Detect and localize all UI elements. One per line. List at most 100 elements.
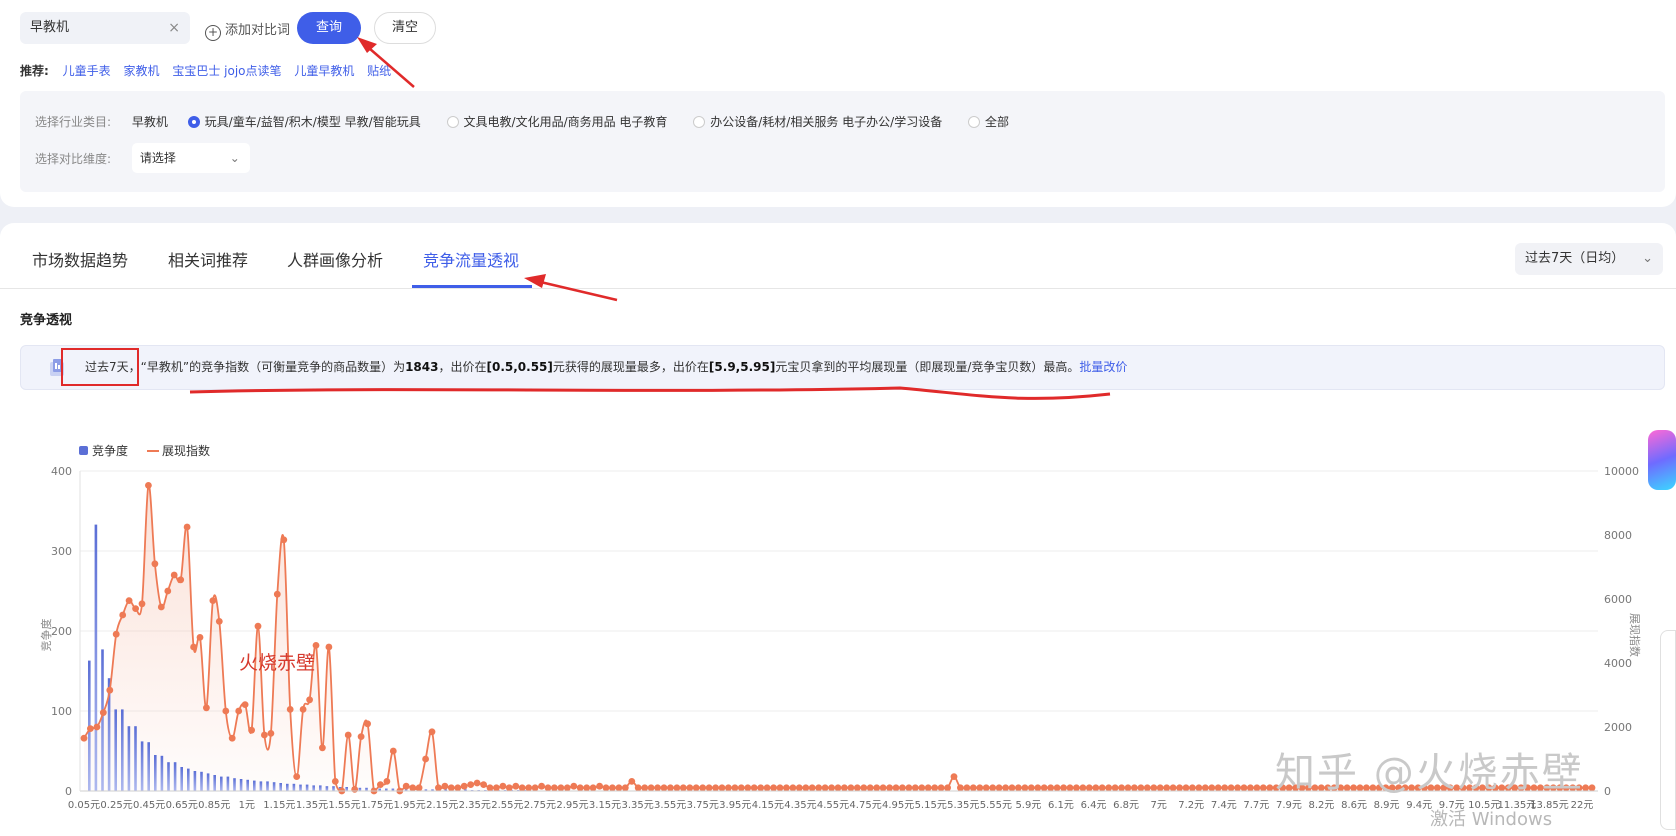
exposure-point — [402, 782, 410, 790]
exposure-point — [306, 696, 313, 704]
exposure-point — [325, 643, 333, 651]
exposure-point — [808, 784, 816, 792]
y-tick-right: 0 — [1604, 785, 1611, 798]
exposure-point — [879, 784, 887, 792]
y-tick-left: 200 — [51, 625, 72, 638]
exposure-point — [319, 744, 326, 752]
exposure-point — [241, 701, 249, 708]
x-tick-label: 7.7元 — [1243, 800, 1269, 811]
y-tick-left: 0 — [65, 785, 72, 798]
exposure-point — [557, 784, 565, 792]
exposure-point — [1266, 784, 1274, 792]
y-tick-right: 6000 — [1604, 593, 1632, 606]
competition-bar — [286, 783, 289, 791]
x-tick-label: 7.4元 — [1211, 800, 1237, 811]
windows-activation-text: 激活 Windows — [1430, 809, 1553, 830]
x-tick-label: 5.55元 — [980, 800, 1012, 811]
competition-bar — [140, 741, 144, 791]
red-underline — [189, 386, 1111, 400]
exposure-point — [957, 784, 964, 792]
exposure-point — [853, 784, 861, 792]
exposure-point — [628, 778, 636, 785]
exposure-point — [183, 523, 191, 531]
competition-bar — [173, 762, 177, 791]
side-toolbar[interactable] — [1660, 630, 1676, 830]
exposure-point — [1111, 784, 1119, 792]
exposure-point — [377, 781, 384, 788]
exposure-point — [737, 784, 745, 792]
exposure-point — [1008, 784, 1016, 792]
chart-legend: 竞争度 展现指数 — [79, 443, 210, 458]
exposure-point — [1105, 784, 1113, 792]
x-tick-label: 5.9元 — [1015, 800, 1041, 811]
competition-bar — [134, 726, 137, 791]
x-tick-label: 2.75元 — [524, 800, 556, 811]
exposure-point — [770, 784, 777, 792]
exposure-point — [899, 784, 906, 792]
exposure-point — [383, 778, 391, 785]
exposure-point — [841, 784, 848, 792]
exposure-point — [164, 587, 172, 595]
x-tick-label: 3.95元 — [719, 800, 751, 811]
exposure-point — [151, 560, 159, 568]
exposure-point — [776, 784, 784, 792]
exposure-point — [1189, 784, 1196, 792]
exposure-point — [757, 784, 765, 792]
x-tick-label: 7.2元 — [1178, 800, 1204, 811]
exposure-point — [1027, 784, 1035, 792]
exposure-point — [609, 784, 616, 792]
x-tick-label: 4.95元 — [882, 800, 914, 811]
exposure-point — [157, 603, 165, 611]
exposure-point — [177, 576, 185, 584]
exposure-point — [602, 784, 610, 792]
exposure-point — [228, 734, 236, 742]
exposure-point — [731, 784, 739, 792]
exposure-point — [87, 725, 94, 732]
x-tick-label: 4.15元 — [752, 800, 784, 811]
x-tick-label: 4.35元 — [784, 800, 816, 811]
exposure-point — [273, 590, 281, 598]
exposure-point — [80, 734, 88, 742]
x-tick-label: 4.75元 — [849, 800, 881, 811]
y-tick-left: 400 — [51, 465, 72, 478]
exposure-point — [905, 784, 913, 792]
exposure-point — [1221, 784, 1229, 792]
exposure-point — [918, 784, 926, 792]
exposure-point — [1040, 784, 1048, 792]
exposure-point — [1182, 784, 1190, 792]
exposure-point — [460, 782, 468, 790]
exposure-point — [93, 723, 101, 731]
exposure-point — [267, 730, 275, 737]
exposure-point — [293, 773, 301, 780]
legend-exposure: 展现指数 — [162, 443, 210, 458]
exposure-point — [873, 784, 881, 792]
exposure-point — [505, 784, 513, 792]
assistant-float-icon[interactable] — [1648, 430, 1676, 490]
competition-bar — [94, 524, 98, 791]
exposure-point — [280, 536, 288, 544]
exposure-point — [106, 686, 114, 694]
exposure-point — [454, 784, 462, 792]
competition-bar — [193, 771, 197, 791]
exposure-point — [641, 784, 649, 792]
exposure-point — [937, 784, 945, 792]
exposure-point — [744, 784, 752, 792]
exposure-point — [828, 784, 835, 792]
x-tick-label: 3.55元 — [654, 800, 686, 811]
exposure-point — [531, 784, 539, 792]
competition-bar — [213, 775, 216, 791]
exposure-point — [950, 773, 958, 780]
exposure-point — [422, 755, 429, 763]
competition-chart: 竞争度 展现指数 0100200300400020004000600080001… — [39, 37, 1642, 811]
competition-bar — [101, 649, 104, 791]
exposure-point — [1118, 784, 1125, 792]
exposure-point — [924, 784, 932, 792]
exposure-point — [834, 784, 842, 792]
competition-bar — [253, 780, 256, 791]
watermark: 知乎 @火烧赤壁 — [1275, 750, 1584, 796]
exposure-point — [1002, 784, 1009, 792]
x-tick-label: 2.55元 — [491, 800, 523, 811]
x-tick-label: 3.75元 — [687, 800, 719, 811]
exposure-point — [203, 704, 210, 712]
competition-bar — [167, 762, 170, 791]
